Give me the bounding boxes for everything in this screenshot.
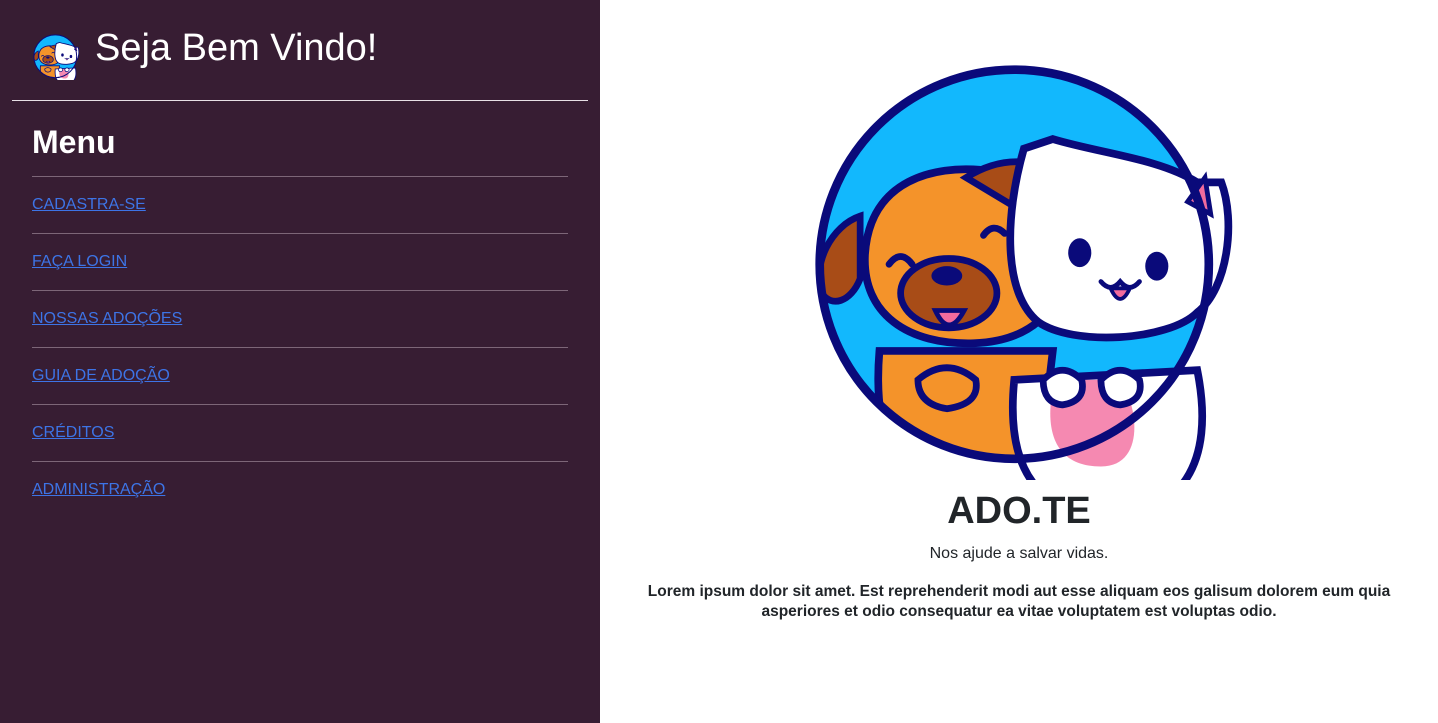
dog-cat-logo-icon <box>804 62 1238 480</box>
description: Lorem ipsum dolor sit amet. Est reprehen… <box>647 583 1391 620</box>
creditos-link[interactable]: CRÉDITOS <box>32 424 114 442</box>
welcome-title: Seja Bem Vindo! <box>95 27 378 69</box>
menu-item-administracao: ADMINISTRAÇÃO <box>32 461 568 518</box>
cadastrar-link[interactable]: CADASTRA-SE <box>32 196 146 214</box>
menu-item-guia: GUIA DE ADOÇÃO <box>32 347 568 404</box>
tagline: Nos ajude a salvar vidas. <box>929 545 1109 562</box>
login-link[interactable]: FAÇA LOGIN <box>32 253 127 271</box>
menu-title: Menu <box>32 124 116 160</box>
menu-list: CADASTRA-SE FAÇA LOGIN NOSSAS ADOÇÕES GU… <box>32 176 568 518</box>
guia-adocao-link[interactable]: GUIA DE ADOÇÃO <box>32 367 170 385</box>
administracao-link[interactable]: ADMINISTRAÇÃO <box>32 481 165 499</box>
main-content: ADO.TE Nos ajude a salvar vidas. Lorem i… <box>600 0 1438 723</box>
menu-item-cadastrar: CADASTRA-SE <box>32 176 568 233</box>
sidebar: Seja Bem Vindo! Menu CADASTRA-SE FAÇA LO… <box>0 0 600 723</box>
menu-item-adocoes: NOSSAS ADOÇÕES <box>32 290 568 347</box>
sidebar-header: Seja Bem Vindo! <box>12 0 588 101</box>
brand-title: ADO.TE <box>947 490 1091 532</box>
menu-item-login: FAÇA LOGIN <box>32 233 568 290</box>
adocoes-link[interactable]: NOSSAS ADOÇÕES <box>32 310 182 328</box>
dog-cat-logo-icon <box>33 34 79 80</box>
menu-item-creditos: CRÉDITOS <box>32 404 568 461</box>
